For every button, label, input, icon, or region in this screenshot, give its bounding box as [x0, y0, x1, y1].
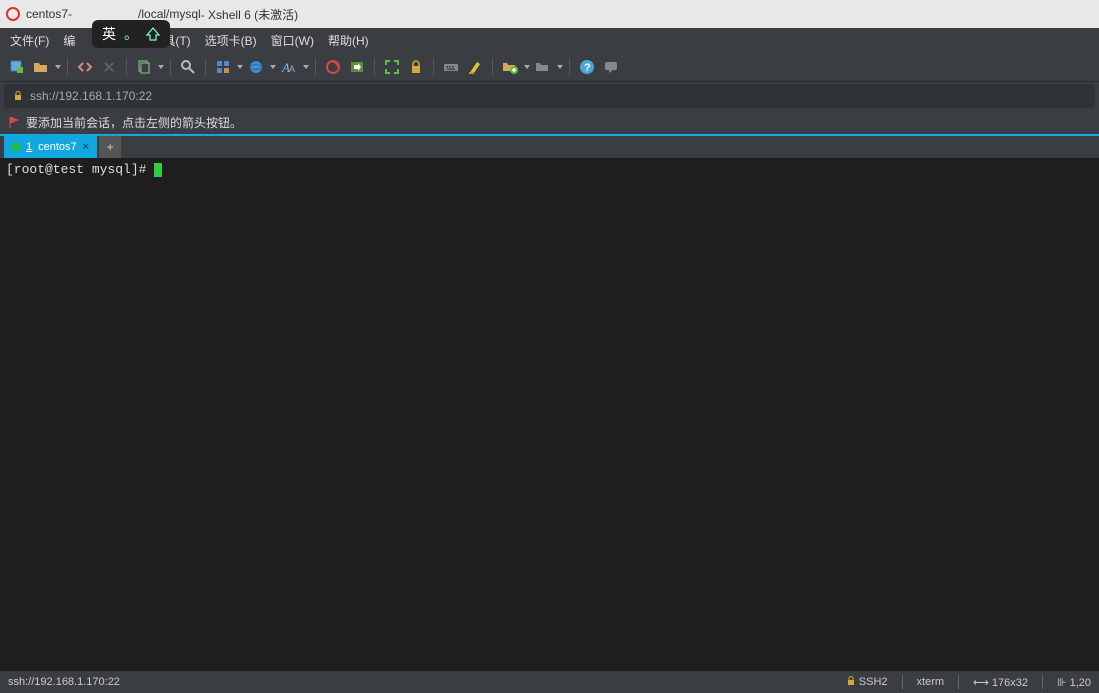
keyboard-button[interactable]: [440, 56, 462, 78]
tab-bar: 1 centos7 × +: [0, 134, 1099, 158]
fullscreen-button[interactable]: [381, 56, 403, 78]
menu-edit[interactable]: 编: [63, 32, 75, 49]
find-button[interactable]: [177, 56, 199, 78]
reconnect-button[interactable]: [74, 56, 96, 78]
ime-punct: 。: [124, 24, 138, 44]
dropdown-icon[interactable]: [524, 64, 530, 70]
terminal[interactable]: [root@test mysql]#: [0, 158, 1099, 671]
help-button[interactable]: ?: [576, 56, 598, 78]
menu-file[interactable]: 文件(F): [10, 32, 49, 49]
title-session: centos7: [26, 7, 68, 21]
highlight-button[interactable]: [464, 56, 486, 78]
svg-text:?: ?: [584, 62, 591, 74]
new-session-button[interactable]: [6, 56, 28, 78]
svg-text:A: A: [289, 64, 295, 74]
dropdown-icon[interactable]: [55, 64, 61, 70]
globe-button[interactable]: [245, 56, 267, 78]
tab-add-button[interactable]: +: [99, 136, 121, 158]
dropdown-icon[interactable]: [158, 64, 164, 70]
status-bar: ssh://192.168.1.170:22 SSH2 xterm ⟷ 176x…: [0, 671, 1099, 693]
font-button[interactable]: AA: [278, 56, 300, 78]
connection-status-icon: [12, 143, 20, 151]
title-dash: -: [68, 7, 72, 21]
xftp-button[interactable]: [346, 56, 368, 78]
ime-indicator[interactable]: 英 。: [92, 20, 170, 48]
xshell-button[interactable]: [322, 56, 344, 78]
terminal-prompt: [root@test mysql]#: [6, 162, 154, 177]
status-pos: ⊪ 1,20: [1057, 676, 1091, 689]
status-size: ⟷ 176x32: [973, 676, 1028, 689]
copy-button[interactable]: [133, 56, 155, 78]
chat-button[interactable]: [600, 56, 622, 78]
status-address: ssh://192.168.1.170:22: [8, 676, 120, 688]
lock-icon: [12, 90, 24, 102]
open-session-button[interactable]: [30, 56, 52, 78]
menu-window[interactable]: 窗口(W): [271, 32, 314, 49]
lock-button[interactable]: [405, 56, 427, 78]
tab-index: 1: [26, 141, 32, 153]
dropdown-icon[interactable]: [303, 64, 309, 70]
address-bar[interactable]: ssh://192.168.1.170:22: [4, 84, 1095, 108]
ime-lang: 英: [102, 24, 116, 44]
title-path: /local/mysql: [138, 7, 201, 21]
menu-tabs[interactable]: 选项卡(B): [205, 32, 257, 49]
app-logo-icon: [6, 7, 20, 21]
ime-shift-icon: [146, 27, 160, 41]
tab-centos7[interactable]: 1 centos7 ×: [4, 136, 97, 158]
tab-close-button[interactable]: ×: [83, 141, 89, 153]
view-button[interactable]: [212, 56, 234, 78]
dropdown-icon[interactable]: [270, 64, 276, 70]
hint-text: 要添加当前会话，点击左侧的箭头按钮。: [26, 114, 242, 131]
status-proto: SSH2: [846, 676, 888, 688]
disconnect-button[interactable]: [98, 56, 120, 78]
address-text: ssh://192.168.1.170:22: [30, 89, 152, 103]
terminal-cursor: [154, 163, 162, 177]
title-app: - Xshell 6 (未激活): [201, 6, 298, 23]
hint-bar: 要添加当前会话，点击左侧的箭头按钮。: [0, 110, 1099, 134]
status-term: xterm: [917, 676, 945, 688]
menu-help[interactable]: 帮助(H): [328, 32, 369, 49]
dropdown-icon[interactable]: [557, 64, 563, 70]
dropdown-icon[interactable]: [237, 64, 243, 70]
new-folder-button[interactable]: [499, 56, 521, 78]
toolbar: AA ?: [0, 52, 1099, 82]
folder-button[interactable]: [532, 56, 554, 78]
tab-label: centos7: [38, 141, 77, 153]
flag-icon: [8, 116, 20, 128]
